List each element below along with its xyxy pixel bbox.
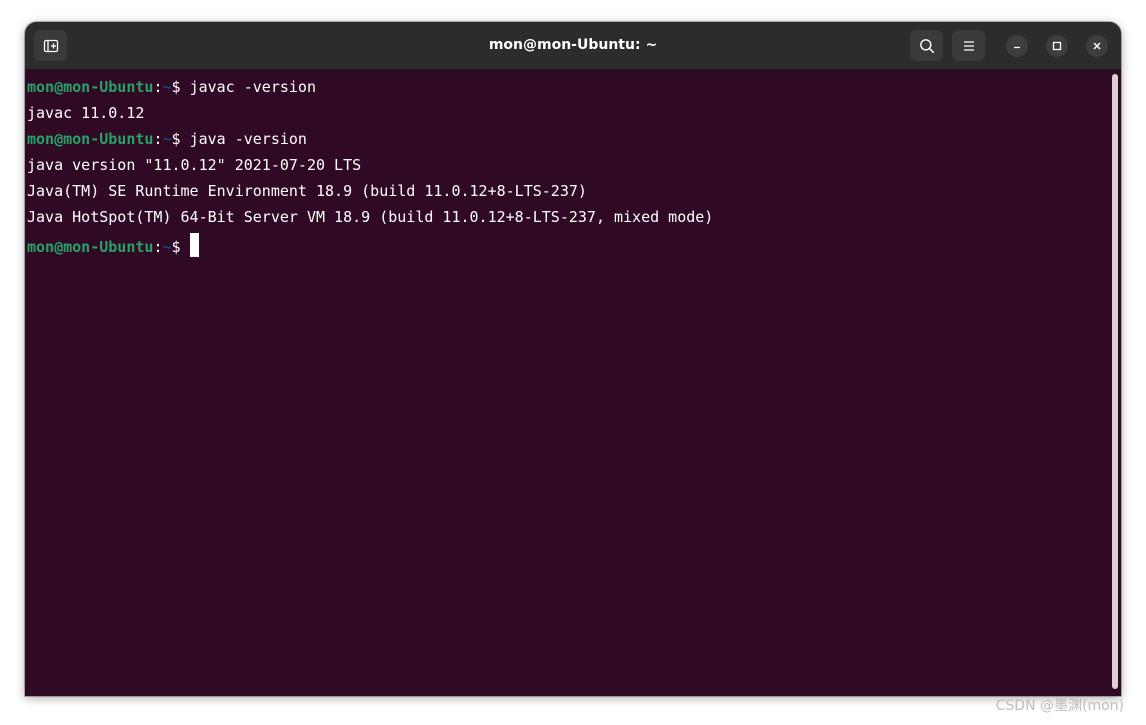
prompt-path: ~ bbox=[162, 78, 172, 96]
minimize-button[interactable] bbox=[1006, 35, 1028, 57]
prompt-path: ~ bbox=[162, 238, 172, 256]
terminal-output-line: java version "11.0.12" 2021-07-20 LTS bbox=[27, 156, 362, 174]
hamburger-menu-icon bbox=[962, 39, 976, 53]
command-text: javac -version bbox=[189, 78, 316, 96]
close-icon bbox=[1092, 41, 1102, 51]
search-button[interactable] bbox=[910, 30, 943, 61]
prompt-user-host: mon@mon-Ubuntu bbox=[27, 130, 154, 148]
minimize-icon bbox=[1012, 41, 1022, 51]
close-button[interactable] bbox=[1086, 35, 1108, 57]
terminal-prompt-line: mon@mon-Ubuntu:~$ java -version bbox=[27, 129, 307, 149]
prompt-dollar: $ bbox=[171, 78, 190, 96]
menu-button[interactable] bbox=[952, 30, 985, 61]
terminal-output-line: Java HotSpot(TM) 64-Bit Server VM 18.9 (… bbox=[27, 208, 714, 226]
terminal-output-line: Java(TM) SE Runtime Environment 18.9 (bu… bbox=[27, 182, 587, 200]
terminal-prompt-line: mon@mon-Ubuntu:~$ bbox=[27, 233, 199, 257]
search-icon bbox=[919, 38, 935, 54]
command-text: java -version bbox=[189, 130, 307, 148]
prompt-dollar: $ bbox=[171, 130, 190, 148]
prompt-dollar: $ bbox=[171, 238, 190, 256]
title-bar[interactable]: mon@mon-Ubuntu: ~ bbox=[25, 22, 1121, 70]
terminal-scrollbar[interactable] bbox=[1112, 74, 1118, 689]
text-cursor bbox=[189, 233, 199, 257]
terminal-window: mon@mon-Ubuntu: ~ mon@mon-Ubuntu:~$ java… bbox=[25, 22, 1121, 696]
watermark: CSDN @墨渊(mon) bbox=[995, 698, 1124, 714]
maximize-button[interactable] bbox=[1046, 35, 1068, 57]
prompt-path: ~ bbox=[162, 130, 172, 148]
terminal-area[interactable]: mon@mon-Ubuntu:~$ javac -version javac 1… bbox=[25, 70, 1109, 696]
terminal-output-line: javac 11.0.12 bbox=[27, 104, 145, 122]
maximize-icon bbox=[1052, 41, 1062, 51]
terminal-prompt-line: mon@mon-Ubuntu:~$ javac -version bbox=[27, 77, 316, 97]
prompt-user-host: mon@mon-Ubuntu bbox=[27, 238, 154, 256]
prompt-user-host: mon@mon-Ubuntu bbox=[27, 78, 154, 96]
